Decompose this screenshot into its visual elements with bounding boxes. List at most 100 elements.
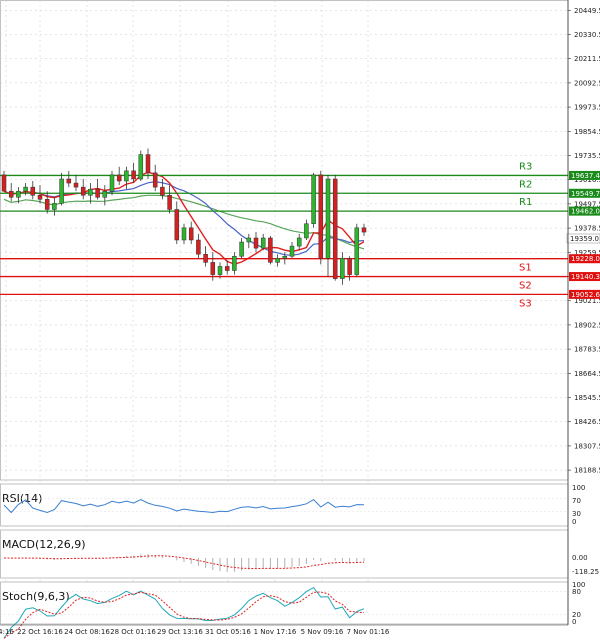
indicator-tick-label: 0.00 xyxy=(572,554,588,562)
indicator-tick-label: 0 xyxy=(572,518,576,526)
level-tag-s3: 19052.6 xyxy=(571,291,600,299)
candle-down xyxy=(8,190,14,198)
candle-down xyxy=(268,237,273,263)
candle-down xyxy=(73,182,79,188)
indicator-tick-label: 100 xyxy=(572,484,585,492)
candle-down xyxy=(152,172,158,188)
candle-down xyxy=(347,258,352,275)
candle-up xyxy=(311,174,316,224)
time-tick-label: 7 Nov 01:16 xyxy=(347,628,390,636)
candle-up xyxy=(88,188,93,196)
level-tag-s2: 19140.3 xyxy=(571,273,600,281)
candle-up xyxy=(260,237,266,249)
price-tick-label: 18902.5 xyxy=(574,321,600,329)
indicator-pane-border xyxy=(0,529,569,579)
indicator-title: MACD(12,26,9) xyxy=(2,538,86,551)
level-label-s1: S1 xyxy=(519,263,532,274)
moving-averages xyxy=(3,171,365,265)
candle-down xyxy=(30,186,36,196)
candle-up xyxy=(217,266,223,275)
indicator-panes: RSI(14) 100 70 300 MACD(12,26,9) 0.00 -118.25 S… xyxy=(0,483,599,639)
time-tick-label: 22 Oct 16:16 xyxy=(17,628,63,636)
price-tick-label: 19735.5 xyxy=(574,152,600,160)
candle-up xyxy=(23,186,28,192)
candle-up xyxy=(109,174,115,192)
indicator-pane-border xyxy=(0,581,569,625)
price-tick-label: 20330.5 xyxy=(574,31,600,39)
forex-chart: R3 R2 R1 S1 S2 S3 20449.5 20330.5 20211.5 20092.… xyxy=(0,0,600,639)
main-pane-border xyxy=(0,0,569,481)
candle-down xyxy=(1,174,7,192)
time-tick-label: 24 Oct 08:16 xyxy=(64,628,110,636)
price-tick-label: 18545.5 xyxy=(574,394,600,402)
candle-up xyxy=(304,223,309,239)
price-tick-label: 19378.5 xyxy=(574,225,600,233)
candle-up xyxy=(354,227,360,275)
price-tick-label: 18307.5 xyxy=(574,442,600,450)
time-tick-label: 31 Oct 05:16 xyxy=(205,628,251,636)
candle-down xyxy=(174,209,180,241)
level-tag-r1: 19462.0 xyxy=(571,208,600,216)
candle-down xyxy=(160,186,165,196)
level-label-r3: R3 xyxy=(519,161,532,172)
indicator-title: RSI(14) xyxy=(2,492,42,505)
candle-down xyxy=(131,170,136,180)
candle-up xyxy=(325,178,331,259)
candle-down xyxy=(167,195,172,210)
time-tick-label: 29 Oct 13:16 xyxy=(157,628,203,636)
indicator-tick-label: -118.25 xyxy=(572,568,599,576)
candle-down xyxy=(318,174,324,259)
candle-up xyxy=(52,203,57,210)
candle-up xyxy=(138,154,144,180)
candle-up xyxy=(275,258,280,263)
indicator-tick-label: 30 xyxy=(572,510,581,518)
indicator-title: Stoch(9,6,3) xyxy=(2,590,70,603)
indicator-tick-label: 70 xyxy=(572,497,581,505)
candle-up xyxy=(59,178,64,204)
candle-down xyxy=(361,227,367,233)
candle-down xyxy=(188,227,194,241)
candle-down xyxy=(95,188,100,198)
level-label-s3: S3 xyxy=(519,298,532,309)
ma-fast-line xyxy=(3,171,365,265)
candle-up xyxy=(239,241,244,257)
candles xyxy=(1,148,367,285)
candle-up xyxy=(102,190,108,198)
candle-down xyxy=(196,239,201,255)
candle-down xyxy=(253,237,259,249)
time-tick-label: 5 Nov 09:16 xyxy=(301,628,344,636)
candle-up xyxy=(340,258,345,279)
candle-down xyxy=(332,178,338,279)
time-tick-label: 4:16 xyxy=(0,628,14,636)
candle-down xyxy=(66,178,72,184)
candle-up xyxy=(246,237,252,243)
price-tick-label: 18783.5 xyxy=(574,346,600,354)
candle-up xyxy=(282,256,288,259)
candle-down xyxy=(37,195,43,200)
price-tick-label: 18426.5 xyxy=(574,418,600,426)
price-tick-label: 20449.5 xyxy=(574,7,600,15)
price-tick-label: 19973.5 xyxy=(574,104,600,112)
time-tick-label: 1 Nov 17:16 xyxy=(254,628,297,636)
indicator-tick-label: 80 xyxy=(572,588,581,596)
pivot-levels: R3 R2 R1 S1 S2 S3 xyxy=(0,161,568,309)
candle-up xyxy=(16,190,21,198)
current-price-tag: 19359.0 xyxy=(566,233,600,244)
level-tag-r3: 19637.4 xyxy=(571,172,600,180)
candle-up xyxy=(289,245,295,257)
level-label-r1: R1 xyxy=(519,197,532,208)
candle-down xyxy=(210,262,216,275)
time-tick-label: 28 Oct 01:16 xyxy=(110,628,156,636)
candle-down xyxy=(116,174,122,182)
candle-up xyxy=(232,256,237,271)
candle-down xyxy=(44,199,50,210)
price-tick-label: 18188.5 xyxy=(574,467,600,475)
candle-down xyxy=(203,253,208,263)
price-tick-label: 20211.5 xyxy=(574,55,600,63)
price-tick-label: 20092.5 xyxy=(574,79,600,87)
time-axis: 4:16 22 Oct 16:16 24 Oct 08:16 28 Oct 01:16… xyxy=(0,624,568,636)
level-label-s2: S2 xyxy=(519,281,532,292)
candle-up xyxy=(181,227,187,241)
candle-up xyxy=(124,170,129,182)
price-tick-label: 18664.5 xyxy=(574,370,600,378)
